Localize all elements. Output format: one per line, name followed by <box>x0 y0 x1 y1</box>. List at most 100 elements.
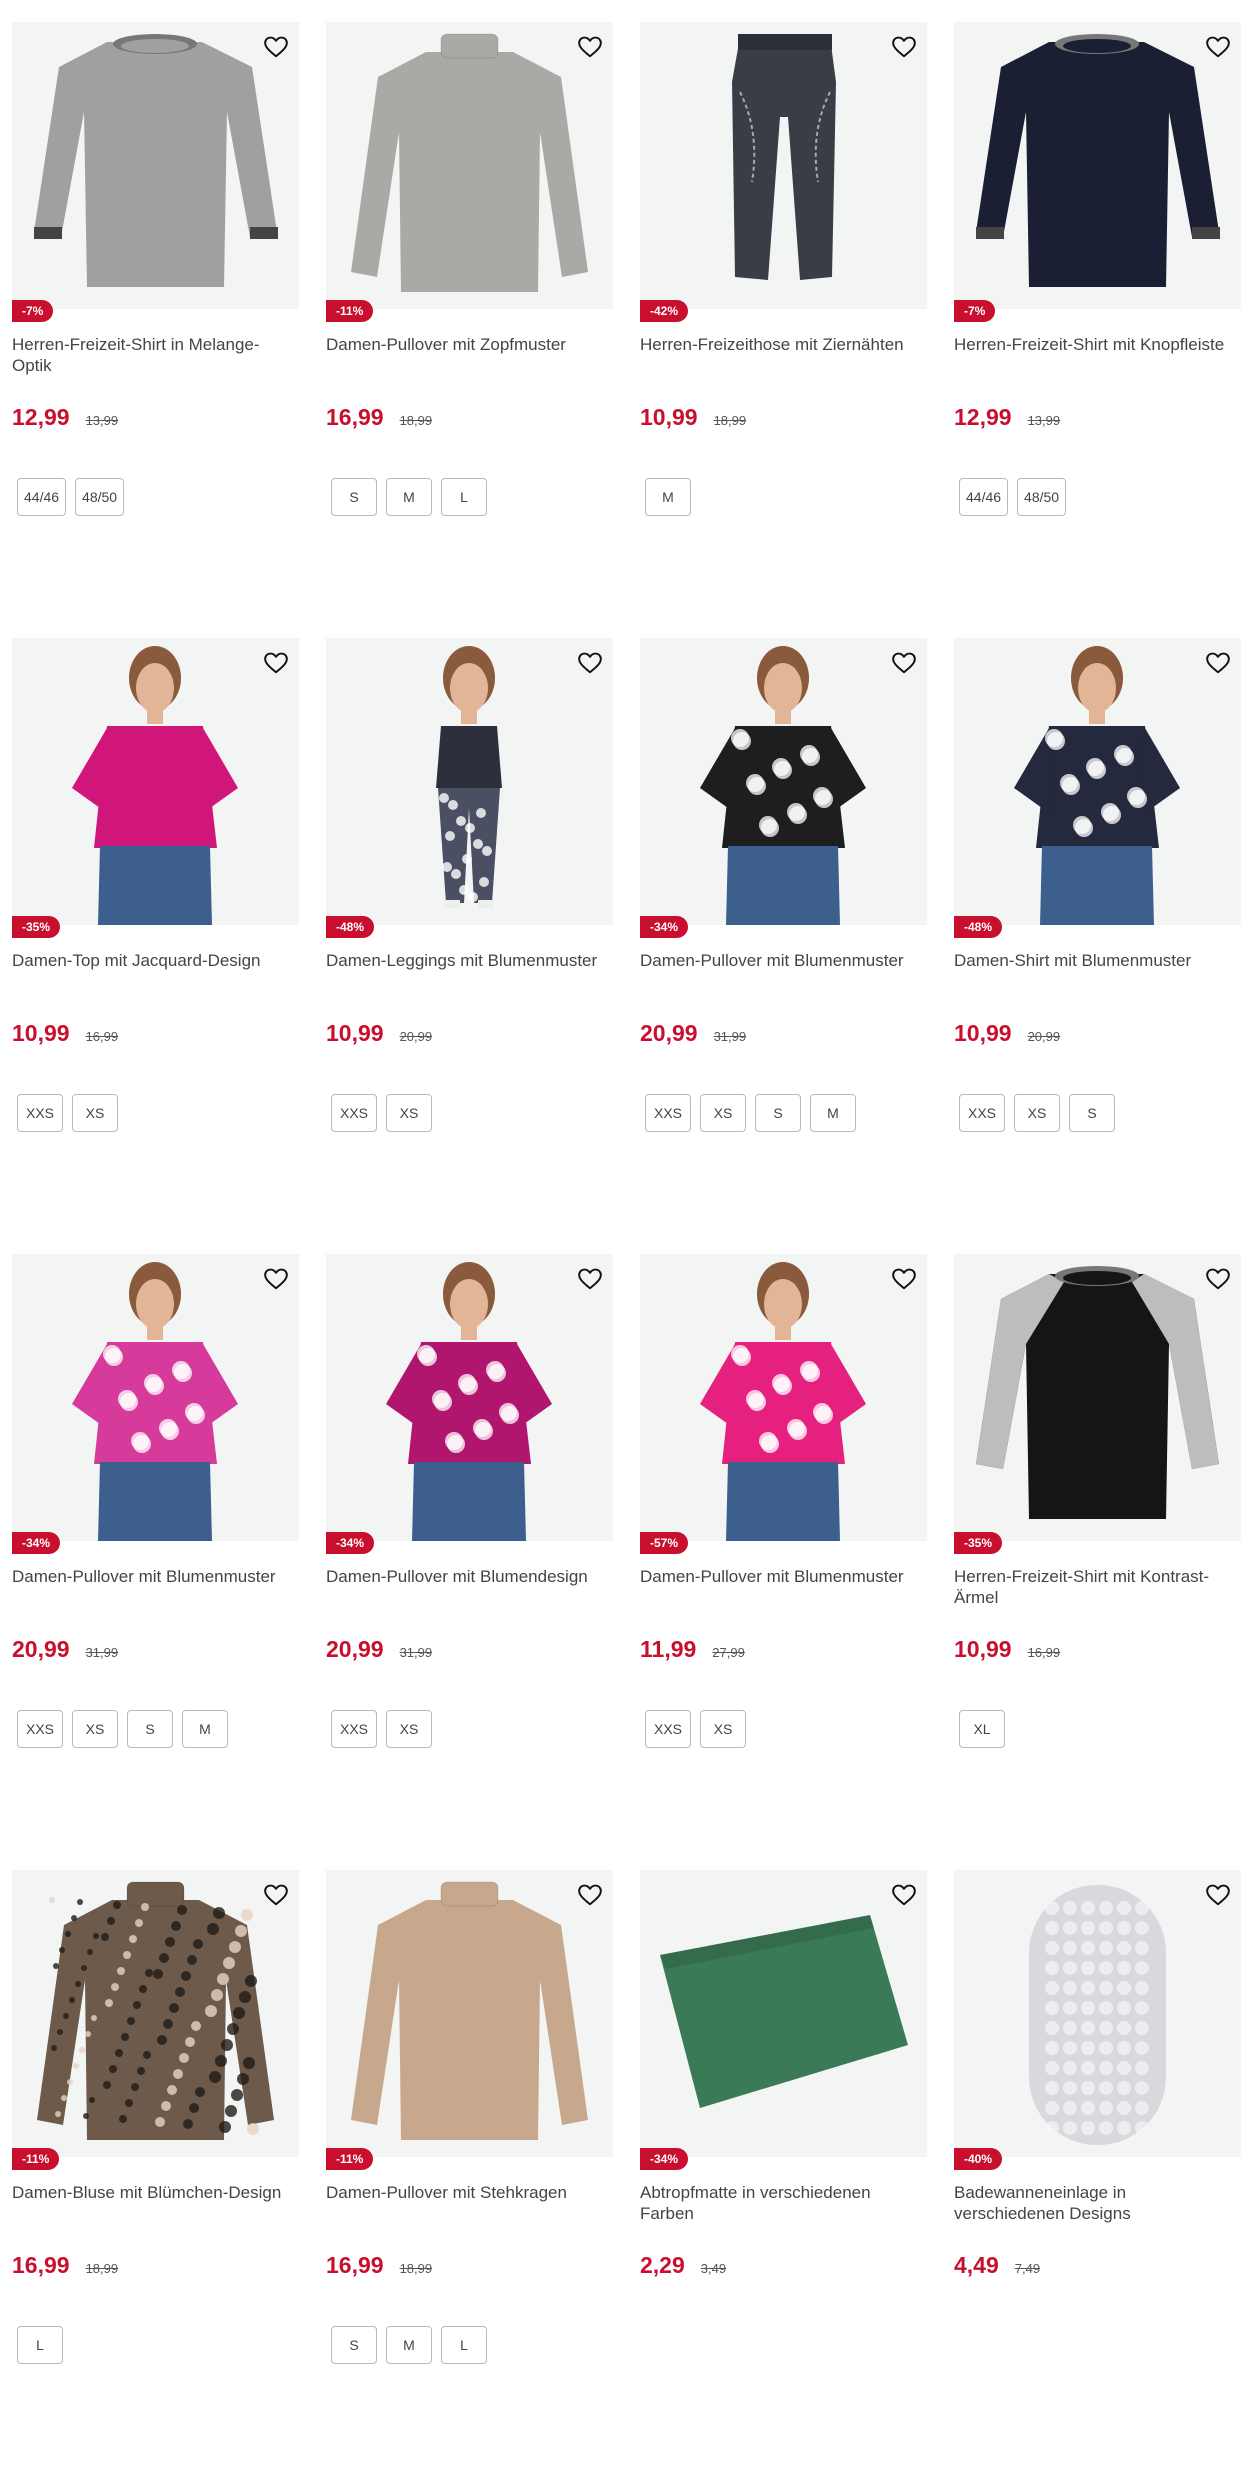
product-title[interactable]: Damen-Pullover mit Stehkragen <box>326 2182 613 2203</box>
product-title[interactable]: Herren-Freizeit-Shirt mit Kontrast-Ärmel <box>954 1566 1241 1608</box>
product-title[interactable]: Damen-Bluse mit Blümchen-Design <box>12 2182 299 2203</box>
product-media[interactable] <box>954 22 1241 309</box>
size-option-button[interactable]: XS <box>386 1094 432 1132</box>
size-option-button[interactable]: XXS <box>645 1094 691 1132</box>
wishlist-heart-icon[interactable] <box>891 650 917 676</box>
wishlist-heart-icon[interactable] <box>263 34 289 60</box>
product-title[interactable]: Damen-Shirt mit Blumenmuster <box>954 950 1241 971</box>
product-image[interactable] <box>326 1870 613 2157</box>
product-media[interactable] <box>326 22 613 309</box>
product-image[interactable] <box>326 638 613 925</box>
size-option-button[interactable]: M <box>386 2326 432 2364</box>
wishlist-heart-icon[interactable] <box>577 1266 603 1292</box>
wishlist-heart-icon[interactable] <box>1205 650 1231 676</box>
product-title[interactable]: Abtropfmatte in verschiedenen Farben <box>640 2182 927 2224</box>
product-image[interactable] <box>326 1254 613 1541</box>
product-media[interactable] <box>640 638 927 925</box>
product-media[interactable] <box>326 1870 613 2157</box>
product-image[interactable] <box>954 22 1241 309</box>
size-option-button[interactable]: XS <box>386 1710 432 1748</box>
product-card[interactable]: -48% Damen-Shirt mit Blumenmuster 10,99 20,… <box>954 638 1241 1254</box>
wishlist-heart-icon[interactable] <box>263 1882 289 1908</box>
size-option-button[interactable]: M <box>810 1094 856 1132</box>
product-card[interactable]: -11% Damen-Pullover mit Stehkragen 16,99 18… <box>326 1870 613 2486</box>
product-media[interactable] <box>12 22 299 309</box>
size-option-button[interactable]: XXS <box>645 1710 691 1748</box>
size-option-button[interactable]: 48/50 <box>75 478 125 516</box>
size-option-button[interactable]: XXS <box>959 1094 1005 1132</box>
size-option-button[interactable]: XL <box>959 1710 1005 1748</box>
product-image[interactable] <box>12 638 299 925</box>
size-option-button[interactable]: XXS <box>17 1094 63 1132</box>
product-card[interactable]: -7% Herren-Freizeit-Shirt in Melange-Opti… <box>12 22 299 638</box>
size-option-button[interactable]: XS <box>1014 1094 1060 1132</box>
product-image[interactable] <box>640 638 927 925</box>
product-title[interactable]: Damen-Pullover mit Blumenmuster <box>640 950 927 971</box>
product-card[interactable]: -34% Abtropfmatte in verschiedenen Farben… <box>640 1870 927 2486</box>
size-option-button[interactable]: S <box>331 2326 377 2364</box>
wishlist-heart-icon[interactable] <box>891 1266 917 1292</box>
size-option-button[interactable]: XS <box>72 1094 118 1132</box>
product-image[interactable] <box>954 638 1241 925</box>
product-card[interactable]: -35% Herren-Freizeit-Shirt mit Kontrast-Ä… <box>954 1254 1241 1870</box>
wishlist-heart-icon[interactable] <box>577 1882 603 1908</box>
product-card[interactable]: -35% Damen-Top mit Jacquard-Design 10,99 16… <box>12 638 299 1254</box>
product-media[interactable] <box>12 638 299 925</box>
product-card[interactable]: -34% Damen-Pullover mit Blumenmuster 20,99… <box>12 1254 299 1870</box>
product-media[interactable] <box>640 22 927 309</box>
product-card[interactable]: -34% Damen-Pullover mit Blumenmuster 20,99… <box>640 638 927 1254</box>
size-option-button[interactable]: 48/50 <box>1017 478 1067 516</box>
size-option-button[interactable]: XS <box>700 1094 746 1132</box>
product-image[interactable] <box>954 1870 1241 2157</box>
product-title[interactable]: Badewanneneinlage in verschiedenen Desig… <box>954 2182 1241 2224</box>
product-image[interactable] <box>12 1254 299 1541</box>
product-media[interactable] <box>326 638 613 925</box>
product-card[interactable]: -11% Damen-Pullover mit Zopfmuster 16,99 18… <box>326 22 613 638</box>
product-media[interactable] <box>12 1254 299 1541</box>
size-option-button[interactable]: S <box>331 478 377 516</box>
product-image[interactable] <box>326 22 613 309</box>
product-media[interactable] <box>326 1254 613 1541</box>
product-title[interactable]: Herren-Freizeit-Shirt mit Knopfleiste <box>954 334 1241 355</box>
product-title[interactable]: Damen-Pullover mit Blumenmuster <box>640 1566 927 1587</box>
size-option-button[interactable]: XS <box>72 1710 118 1748</box>
wishlist-heart-icon[interactable] <box>263 650 289 676</box>
wishlist-heart-icon[interactable] <box>891 34 917 60</box>
product-image[interactable] <box>640 1254 927 1541</box>
size-option-button[interactable]: S <box>127 1710 173 1748</box>
product-media[interactable] <box>12 1870 299 2157</box>
product-title[interactable]: Herren-Freizeit-Shirt in Melange-Optik <box>12 334 299 376</box>
size-option-button[interactable]: L <box>441 2326 487 2364</box>
product-image[interactable] <box>12 22 299 309</box>
product-card[interactable]: -48% Damen-Leggings mit Blumenmuster 10,99… <box>326 638 613 1254</box>
product-media[interactable] <box>954 638 1241 925</box>
product-card[interactable]: -57% Damen-Pullover mit Blumenmuster 11,99… <box>640 1254 927 1870</box>
size-option-button[interactable]: XS <box>700 1710 746 1748</box>
size-option-button[interactable]: S <box>755 1094 801 1132</box>
size-option-button[interactable]: 44/46 <box>959 478 1009 516</box>
wishlist-heart-icon[interactable] <box>1205 1266 1231 1292</box>
product-image[interactable] <box>640 1870 927 2157</box>
size-option-button[interactable]: XXS <box>17 1710 63 1748</box>
wishlist-heart-icon[interactable] <box>577 650 603 676</box>
product-card[interactable]: -42% Herren-Freizeithose mit Ziernähten 10… <box>640 22 927 638</box>
product-card[interactable]: -34% Damen-Pullover mit Blumendesign 20,99… <box>326 1254 613 1870</box>
product-card[interactable]: -7% Herren-Freizeit-Shirt mit Knopfleiste… <box>954 22 1241 638</box>
wishlist-heart-icon[interactable] <box>1205 34 1231 60</box>
size-option-button[interactable]: 44/46 <box>17 478 67 516</box>
product-image[interactable] <box>954 1254 1241 1541</box>
product-card[interactable]: -40% Badewanneneinlage in verschiedenen D… <box>954 1870 1241 2486</box>
wishlist-heart-icon[interactable] <box>577 34 603 60</box>
size-option-button[interactable]: S <box>1069 1094 1115 1132</box>
size-option-button[interactable]: L <box>17 2326 63 2364</box>
product-image[interactable] <box>640 22 927 309</box>
product-card[interactable]: -11% Damen-Bluse mit Blümchen-Design 16,99… <box>12 1870 299 2486</box>
product-media[interactable] <box>640 1870 927 2157</box>
wishlist-heart-icon[interactable] <box>891 1882 917 1908</box>
product-title[interactable]: Damen-Pullover mit Zopfmuster <box>326 334 613 355</box>
product-media[interactable] <box>640 1254 927 1541</box>
wishlist-heart-icon[interactable] <box>1205 1882 1231 1908</box>
wishlist-heart-icon[interactable] <box>263 1266 289 1292</box>
size-option-button[interactable]: M <box>645 478 691 516</box>
product-title[interactable]: Damen-Top mit Jacquard-Design <box>12 950 299 971</box>
